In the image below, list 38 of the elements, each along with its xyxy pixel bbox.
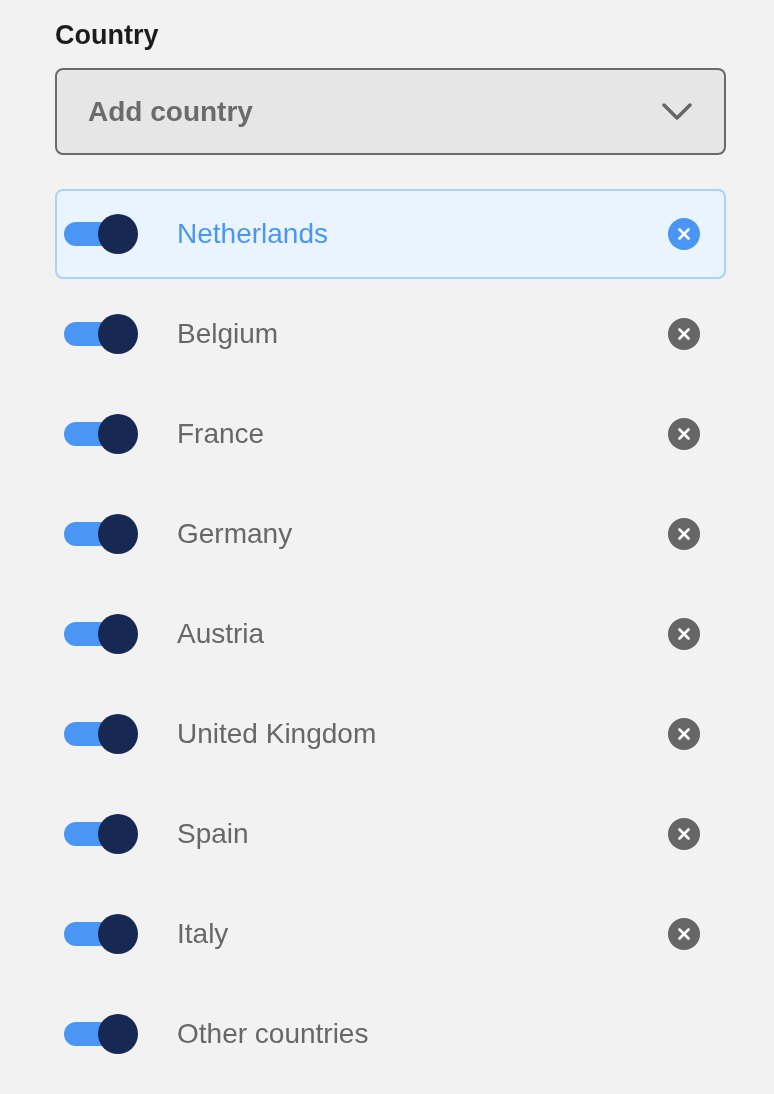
remove-button[interactable] <box>668 918 700 950</box>
selected-country-row[interactable]: Netherlands <box>55 189 726 279</box>
remove-button[interactable] <box>668 518 700 550</box>
country-dropdown[interactable]: Add country <box>55 68 726 155</box>
country-name[interactable]: Other countries <box>177 1018 369 1050</box>
field-label: Country <box>55 19 159 52</box>
close-icon <box>678 428 690 440</box>
country-name[interactable]: Italy <box>177 918 229 950</box>
toggle-switch[interactable] <box>64 714 138 754</box>
toggle-switch[interactable] <box>64 514 138 554</box>
remove-button[interactable] <box>668 318 700 350</box>
close-icon <box>678 828 690 840</box>
close-icon <box>678 928 690 940</box>
toggle-switch[interactable] <box>64 914 138 954</box>
toggle-switch[interactable] <box>64 1014 138 1054</box>
country-name[interactable]: Germany <box>177 518 293 550</box>
close-icon <box>678 228 690 240</box>
remove-button[interactable] <box>668 218 700 250</box>
close-icon <box>678 528 690 540</box>
close-icon <box>678 628 690 640</box>
country-name[interactable]: France <box>177 418 265 450</box>
toggle-switch[interactable] <box>64 314 138 354</box>
country-name[interactable]: Spain <box>177 818 249 850</box>
remove-button[interactable] <box>668 818 700 850</box>
remove-button[interactable] <box>668 618 700 650</box>
close-icon <box>678 728 690 740</box>
toggle-switch[interactable] <box>64 414 138 454</box>
country-name[interactable]: Austria <box>177 618 265 650</box>
toggle-switch[interactable] <box>64 614 138 654</box>
country-name[interactable]: Netherlands <box>177 218 328 250</box>
country-name[interactable]: Belgium <box>177 318 279 350</box>
remove-button[interactable] <box>668 418 700 450</box>
close-icon <box>678 328 690 340</box>
chevron-down-icon <box>662 102 692 121</box>
toggle-switch[interactable] <box>64 814 138 854</box>
country-name[interactable]: United Kingdom <box>177 718 377 750</box>
toggle-switch[interactable] <box>64 214 138 254</box>
remove-button[interactable] <box>668 718 700 750</box>
